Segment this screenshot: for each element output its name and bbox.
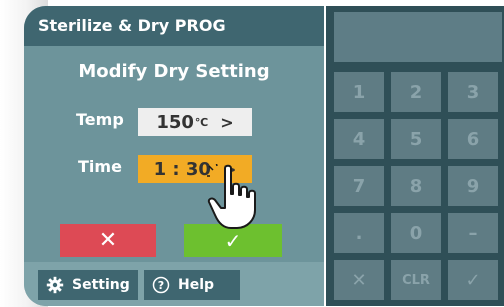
temp-unit: ℃: [194, 115, 209, 129]
temp-label: Temp: [76, 110, 124, 129]
key-8[interactable]: 8: [391, 166, 441, 206]
key-clr[interactable]: CLR: [391, 260, 441, 300]
key-minus[interactable]: –: [448, 213, 498, 253]
setting-button[interactable]: Setting: [38, 270, 138, 300]
close-icon: ✕: [98, 228, 118, 253]
screen-title: Modify Dry Setting: [78, 61, 270, 82]
setting-label: Setting: [72, 277, 130, 293]
key-7[interactable]: 7: [334, 166, 384, 206]
cancel-button[interactable]: ✕: [60, 224, 156, 257]
temp-value-button[interactable]: 150 ℃ >: [138, 108, 252, 136]
numeric-keypad: 1 2 3 4 5 6 7 8 9. 0– ✕ CLR ✓: [326, 6, 504, 306]
key-6[interactable]: 6: [448, 119, 498, 159]
key-0[interactable]: 0: [391, 213, 441, 253]
key-9[interactable]: 9: [448, 166, 498, 206]
pointing-hand-icon: [207, 164, 256, 229]
key-4[interactable]: 4: [334, 119, 384, 159]
time-label: Time: [78, 157, 122, 176]
key-3[interactable]: 3: [448, 72, 498, 112]
question-circle-icon: ?: [152, 276, 170, 294]
help-label: Help: [178, 277, 215, 293]
key-1[interactable]: 1: [334, 72, 384, 112]
bottom-bar: Setting ? Help: [24, 262, 324, 306]
device-panel: Sterilize & Dry PROG Modify Dry Setting …: [0, 0, 504, 307]
keypad-display: [334, 12, 502, 62]
key-enter-icon[interactable]: ✓: [448, 260, 498, 300]
key-5[interactable]: 5: [391, 119, 441, 159]
chevron-right-icon: >: [220, 112, 234, 132]
key-decimal[interactable]: .: [334, 213, 384, 253]
key-clear-icon[interactable]: ✕: [334, 260, 384, 300]
temp-value: 150: [156, 111, 194, 133]
time-value: 1 : 30: [153, 158, 211, 180]
program-title: Sterilize & Dry PROG: [38, 16, 226, 35]
main-screen: Sterilize & Dry PROG Modify Dry Setting …: [24, 6, 324, 306]
check-icon: ✓: [224, 228, 242, 253]
key-2[interactable]: 2: [391, 72, 441, 112]
gear-icon: [46, 276, 64, 294]
header-bar: Sterilize & Dry PROG: [24, 6, 324, 46]
help-button[interactable]: ? Help: [144, 270, 240, 300]
svg-text:?: ?: [158, 279, 164, 292]
